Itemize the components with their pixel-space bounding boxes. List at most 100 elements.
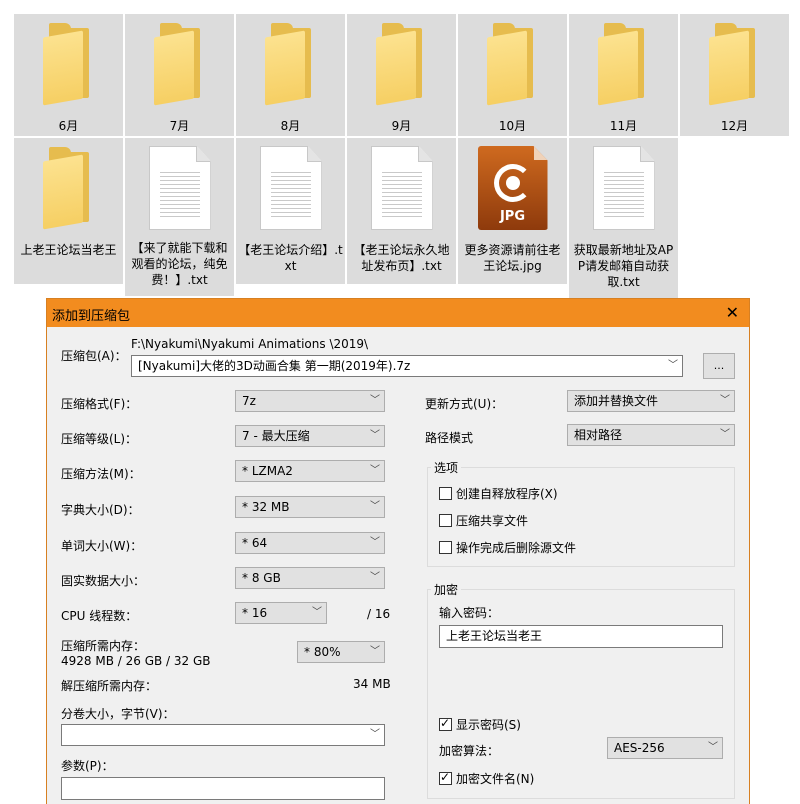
folder-label: 上老王论坛当老王: [20, 243, 117, 257]
folder-item[interactable]: 10月: [458, 14, 567, 136]
folder-item[interactable]: 8月: [236, 14, 345, 136]
format-select[interactable]: 7z ﹀: [235, 390, 385, 412]
folder-icon: [42, 147, 95, 230]
add-to-archive-dialog: 添加到压缩包 ✕ 压缩包(A)： F:\Nyakumi\Nyakumi Anim…: [46, 298, 750, 804]
split-label: 分卷大小，字节(V)：: [61, 707, 175, 721]
enc-method-select[interactable]: AES-256 ﹀: [607, 737, 723, 759]
decomp-value: 34 MB: [353, 677, 391, 691]
file-label: 【老王论坛介绍】.txt: [238, 243, 343, 273]
path-mode-select[interactable]: 相对路径 ﹀: [567, 424, 735, 446]
folder-item[interactable]: 6月: [14, 14, 123, 136]
folder-label: 12月: [720, 119, 749, 133]
chevron-down-icon: ﹀: [370, 501, 380, 512]
mem-select[interactable]: * 80% ﹀: [297, 641, 385, 663]
folder-label: 11月: [609, 119, 638, 133]
file-item[interactable]: 【老王论坛介绍】.txt: [236, 138, 345, 284]
folder-label: 7月: [169, 119, 190, 133]
update-label: 更新方式(U)：: [425, 397, 504, 411]
archive-name-combobox[interactable]: [Nyakumi]大佬的3D动画合集 第一期(2019年).7z ﹀: [131, 355, 683, 377]
text-file-icon: [148, 146, 211, 230]
password-label: 输入密码：: [439, 606, 500, 620]
archive-path: F:\Nyakumi\Nyakumi Animations \2019\: [131, 337, 369, 351]
file-label: 【来了就能下载和观看的论坛，纯免费！】.txt: [131, 241, 228, 287]
file-label: 【老王论坛永久地址发布页】.txt: [353, 243, 450, 273]
params-input[interactable]: [61, 777, 385, 800]
split-combobox[interactable]: ﹀: [61, 724, 385, 746]
compress-shared-checkbox[interactable]: 压缩共享文件: [439, 512, 528, 529]
format-label: 压缩格式(F)：: [61, 397, 138, 411]
file-item[interactable]: 获取最新地址及APP请发邮箱自动获取.txt: [569, 138, 678, 298]
jpg-file-icon: JPG: [477, 146, 548, 230]
file-item[interactable]: JPG 更多资源请前往老王论坛.jpg: [458, 138, 567, 284]
checkbox-label: 创建自释放程序(X): [456, 487, 558, 501]
folder-item[interactable]: 上老王论坛当老王: [14, 138, 123, 284]
dict-label: 字典大小(D)：: [61, 503, 140, 517]
checkbox-box: [439, 716, 452, 731]
mem-detail: 4928 MB / 26 GB / 32 GB: [61, 654, 211, 668]
file-item[interactable]: 【来了就能下载和观看的论坛，纯免费！】.txt: [125, 138, 234, 296]
dict-value: * 32 MB: [242, 500, 290, 514]
chevron-down-icon: ﹀: [720, 429, 730, 440]
chevron-down-icon: ﹀: [370, 646, 380, 657]
cpu-select[interactable]: * 16 ﹀: [235, 602, 327, 624]
dict-select[interactable]: * 32 MB ﹀: [235, 496, 385, 518]
folder-icon: [375, 23, 428, 106]
password-input[interactable]: 上老王论坛当老王: [439, 625, 723, 648]
folder-item[interactable]: 11月: [569, 14, 678, 136]
mem-label: 压缩所需内存：: [61, 639, 146, 653]
checkbox-label: 加密文件名(N): [456, 772, 535, 786]
level-label: 压缩等级(L)：: [61, 432, 138, 446]
text-file-icon: [259, 146, 322, 230]
archive-name-value: [Nyakumi]大佬的3D动画合集 第一期(2019年).7z: [138, 359, 411, 373]
checkbox-box: [439, 541, 452, 554]
encryption-title: 加密: [431, 581, 462, 598]
folder-item[interactable]: 12月: [680, 14, 789, 136]
chevron-down-icon: ﹀: [720, 395, 730, 406]
chevron-down-icon: ﹀: [370, 572, 380, 583]
folder-label: 9月: [391, 119, 412, 133]
create-sfx-checkbox[interactable]: 创建自释放程序(X): [439, 485, 558, 502]
level-value: 7 - 最大压缩: [242, 429, 310, 443]
method-label: 压缩方法(M)：: [61, 467, 141, 481]
chevron-down-icon: ﹀: [370, 537, 380, 548]
file-item[interactable]: 【老王论坛永久地址发布页】.txt: [347, 138, 456, 284]
text-file-icon: [592, 146, 655, 230]
update-select[interactable]: 添加并替换文件 ﹀: [567, 390, 735, 412]
dialog-titlebar[interactable]: 添加到压缩包 ✕: [47, 299, 749, 327]
folder-item[interactable]: 7月: [125, 14, 234, 136]
show-password-checkbox[interactable]: 显示密码(S): [439, 716, 521, 733]
options-title: 选项: [431, 459, 462, 476]
word-label: 单词大小(W)：: [61, 539, 143, 553]
chevron-down-icon: ﹀: [668, 360, 678, 371]
archive-label: 压缩包(A)：: [61, 349, 127, 363]
folder-icon: [42, 23, 95, 106]
dialog-title: 添加到压缩包: [52, 309, 131, 324]
checkbox-box: [439, 514, 452, 527]
file-label: 获取最新地址及APP请发邮箱自动获取.txt: [573, 243, 674, 289]
chevron-down-icon: ﹀: [312, 607, 322, 618]
level-select[interactable]: 7 - 最大压缩 ﹀: [235, 425, 385, 447]
enc-method-label: 加密算法：: [439, 744, 500, 758]
folder-item[interactable]: 9月: [347, 14, 456, 136]
cpu-value: * 16: [242, 606, 268, 620]
folder-label: 6月: [58, 119, 79, 133]
folder-icon: [264, 23, 317, 106]
solid-value: * 8 GB: [242, 571, 281, 585]
delete-source-checkbox[interactable]: 操作完成后删除源文件: [439, 539, 576, 556]
path-mode-label: 路径模式: [425, 431, 474, 445]
chevron-down-icon: ﹀: [370, 465, 380, 476]
checkbox-box: [439, 770, 452, 785]
text-file-icon: [370, 146, 433, 230]
checkbox-box: [439, 487, 452, 500]
close-icon[interactable]: ✕: [726, 303, 739, 322]
browse-button[interactable]: ...: [703, 353, 735, 379]
method-select[interactable]: * LZMA2 ﹀: [235, 460, 385, 482]
word-select[interactable]: * 64 ﹀: [235, 532, 385, 554]
jpg-badge: JPG: [499, 209, 526, 224]
encrypt-names-checkbox[interactable]: 加密文件名(N): [439, 770, 534, 787]
chevron-down-icon: ﹀: [370, 395, 380, 406]
checkbox-label: 压缩共享文件: [456, 514, 529, 528]
solid-select[interactable]: * 8 GB ﹀: [235, 567, 385, 589]
word-value: * 64: [242, 536, 268, 550]
method-value: * LZMA2: [242, 464, 293, 478]
